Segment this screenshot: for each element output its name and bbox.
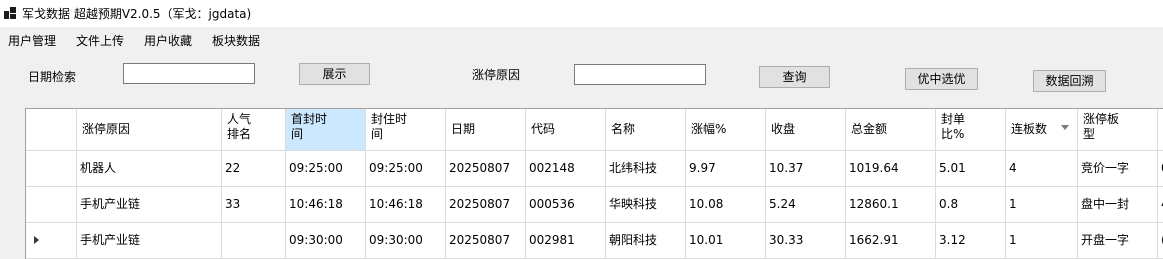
col-header-first-seal-time-label: 首封时间 bbox=[291, 112, 328, 141]
table-cell[interactable]: 20250807 bbox=[446, 187, 526, 223]
menu-file-upload[interactable]: 文件上传 bbox=[76, 32, 124, 49]
col-header-code[interactable]: 代码 bbox=[526, 109, 606, 151]
limit-reason-label: 涨停原因 bbox=[472, 68, 521, 82]
title-bar: 军戈数据 超越预期V2.0.5（军戈：jgdata) bbox=[0, 0, 1163, 27]
table-cell[interactable]: 9.97 bbox=[686, 151, 766, 187]
table-cell[interactable]: 30.33 bbox=[766, 223, 846, 259]
table-cell[interactable]: 10.37 bbox=[766, 151, 846, 187]
table-cell[interactable]: 5.01 bbox=[936, 151, 1006, 187]
window-title: 军戈数据 超越预期V2.0.5（军戈：jgdata) bbox=[22, 7, 252, 21]
table-cell[interactable]: 10:46:18 bbox=[286, 187, 366, 223]
table-cell[interactable]: 10.08 bbox=[686, 187, 766, 223]
table-cell[interactable]: 09:30:00 bbox=[366, 223, 446, 259]
table-cell[interactable]: 手机产业链 bbox=[77, 223, 222, 259]
table-cell[interactable]: 4 bbox=[1006, 151, 1078, 187]
table-cell[interactable]: 22 bbox=[222, 151, 286, 187]
col-header-overflow bbox=[1158, 109, 1163, 151]
table-cell[interactable]: 20250807 bbox=[446, 151, 526, 187]
date-search-input[interactable] bbox=[123, 63, 255, 84]
table-cell[interactable]: 朝阳科技 bbox=[606, 223, 686, 259]
col-header-name[interactable]: 名称 bbox=[606, 109, 686, 151]
table-cell[interactable]: 000536 bbox=[526, 187, 606, 223]
app-logo-icon bbox=[4, 7, 16, 19]
best-pick-button[interactable]: 优中选优 bbox=[905, 68, 978, 90]
table-cell-overflow[interactable]: ( bbox=[1158, 223, 1163, 259]
data-grid[interactable]: 涨停原因 人气排名 首封时间 封住时间 日期 代码 名称 涨幅% 收盘 总金额 … bbox=[25, 108, 1163, 259]
table-cell[interactable]: 1 bbox=[1006, 223, 1078, 259]
show-button[interactable]: 展示 bbox=[299, 63, 370, 85]
col-header-popularity-rank-label: 人气排名 bbox=[227, 112, 252, 141]
table-cell[interactable]: 33 bbox=[222, 187, 286, 223]
col-header-first-seal-time[interactable]: 首封时间 bbox=[286, 109, 366, 151]
data-backtrack-button[interactable]: 数据回溯 bbox=[1033, 70, 1106, 92]
table-cell[interactable]: 09:25:00 bbox=[286, 151, 366, 187]
table-cell[interactable]: 3.12 bbox=[936, 223, 1006, 259]
grid-corner-header bbox=[26, 109, 77, 151]
menu-user-favorites[interactable]: 用户收藏 bbox=[144, 32, 192, 49]
table-cell[interactable]: 0.8 bbox=[936, 187, 1006, 223]
row-header[interactable] bbox=[26, 187, 77, 223]
table-cell[interactable]: 机器人 bbox=[77, 151, 222, 187]
table-cell[interactable]: 竞价一字 bbox=[1078, 151, 1158, 187]
col-header-date[interactable]: 日期 bbox=[446, 109, 526, 151]
query-button[interactable]: 查询 bbox=[759, 66, 830, 88]
sort-desc-icon bbox=[1061, 125, 1069, 130]
table-cell[interactable] bbox=[222, 223, 286, 259]
col-header-board-count[interactable]: 连板数 bbox=[1006, 109, 1078, 151]
table-cell[interactable]: 002981 bbox=[526, 223, 606, 259]
current-row-arrow-icon bbox=[34, 236, 39, 244]
table-cell[interactable]: 北纬科技 bbox=[606, 151, 686, 187]
menu-user-management[interactable]: 用户管理 bbox=[8, 32, 56, 49]
table-cell[interactable]: 12860.1 bbox=[846, 187, 936, 223]
table-cell[interactable]: 09:30:00 bbox=[286, 223, 366, 259]
col-header-popularity-rank[interactable]: 人气排名 bbox=[222, 109, 286, 151]
table-cell[interactable]: 华映科技 bbox=[606, 187, 686, 223]
col-header-final-seal-time[interactable]: 封住时间 bbox=[366, 109, 446, 151]
table-cell[interactable]: 5.24 bbox=[766, 187, 846, 223]
col-header-seal-ratio-label: 封单比% bbox=[941, 112, 966, 141]
col-header-reason[interactable]: 涨停原因 bbox=[77, 109, 222, 151]
table-cell[interactable]: 开盘一字 bbox=[1078, 223, 1158, 259]
menu-sector-data[interactable]: 板块数据 bbox=[212, 32, 260, 49]
col-header-close[interactable]: 收盘 bbox=[766, 109, 846, 151]
date-search-label: 日期检索 bbox=[28, 70, 77, 84]
col-header-board-count-label: 连板数 bbox=[1011, 122, 1048, 136]
row-header-current[interactable] bbox=[26, 223, 77, 259]
table-cell[interactable]: 20250807 bbox=[446, 223, 526, 259]
table-cell[interactable]: 10:46:18 bbox=[366, 187, 446, 223]
table-cell[interactable]: 1662.91 bbox=[846, 223, 936, 259]
table-cell[interactable]: 手机产业链 bbox=[77, 187, 222, 223]
col-header-total-amount[interactable]: 总金额 bbox=[846, 109, 936, 151]
table-cell[interactable]: 1 bbox=[1006, 187, 1078, 223]
table-cell[interactable]: 1019.64 bbox=[846, 151, 936, 187]
limit-reason-input[interactable] bbox=[574, 64, 706, 85]
col-header-change-pct[interactable]: 涨幅% bbox=[686, 109, 766, 151]
row-header[interactable] bbox=[26, 151, 77, 187]
table-cell[interactable]: 盘中一封 bbox=[1078, 187, 1158, 223]
col-header-final-seal-time-label: 封住时间 bbox=[371, 112, 408, 141]
col-header-limit-type-label: 涨停板型 bbox=[1083, 112, 1120, 141]
table-cell[interactable]: 10.01 bbox=[686, 223, 766, 259]
table-cell[interactable]: 002148 bbox=[526, 151, 606, 187]
col-header-seal-ratio[interactable]: 封单比% bbox=[936, 109, 1006, 151]
table-cell[interactable]: 09:25:00 bbox=[366, 151, 446, 187]
table-cell-overflow[interactable]: 4 bbox=[1158, 187, 1163, 223]
table-cell-overflow[interactable]: 0 bbox=[1158, 151, 1163, 187]
col-header-limit-type[interactable]: 涨停板型 bbox=[1078, 109, 1158, 151]
